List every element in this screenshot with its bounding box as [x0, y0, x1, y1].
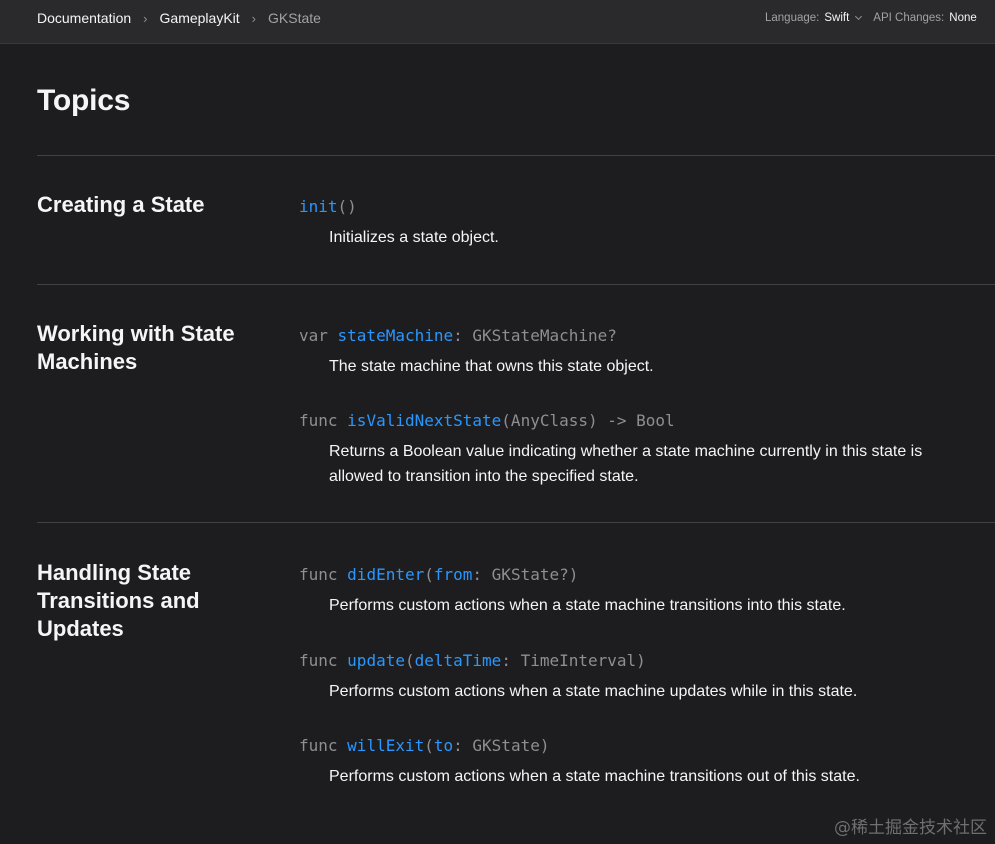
breadcrumb: Documentation › GameplayKit › GKState — [37, 0, 321, 36]
chevron-right-icon: › — [251, 10, 257, 26]
symbol-link-isvalidnextstate[interactable]: isValidNextState — [347, 411, 501, 430]
breadcrumb-documentation[interactable]: Documentation — [37, 10, 131, 26]
symbol-link-update[interactable]: update — [347, 651, 405, 670]
decl-keyword: var — [299, 326, 338, 345]
symbol-description: Performs custom actions when a state mac… — [329, 597, 846, 614]
section-title-working-with-state-machines: Working with State Machines — [37, 321, 235, 374]
api-changes-value: None — [949, 12, 977, 24]
decl-parameter-label: from — [433, 565, 473, 584]
api-changes-dropdown[interactable]: API Changes: None — [873, 12, 976, 24]
decl-signature: (AnyClass) -> Bool — [501, 411, 675, 430]
decl-punctuation: ( — [404, 651, 415, 670]
api-changes-label: API Changes: — [873, 12, 945, 24]
symbol-link-willexit[interactable]: willExit — [347, 736, 424, 755]
language-label: Language: — [765, 12, 820, 24]
language-value: Swift — [824, 12, 850, 24]
decl-signature: : GKState) — [453, 736, 550, 755]
symbol-link-init[interactable]: init — [299, 197, 338, 216]
watermark: @稀土掘金技术社区 — [834, 818, 987, 838]
section-title-handling-state-transitions: Handling State Transitions and Updates — [37, 560, 200, 641]
decl-punctuation: ( — [424, 736, 434, 755]
breadcrumb-gameplaykit[interactable]: GameplayKit — [160, 10, 240, 26]
nav-options: Language: Swift API Changes: None — [765, 0, 977, 36]
chevron-right-icon: › — [143, 10, 148, 26]
nav-bar: Documentation › GameplayKit › GKState La… — [0, 0, 995, 44]
symbol-declaration: var stateMachine: GKStateMachine? — [299, 325, 617, 347]
decl-signature: : TimeInterval) — [501, 651, 646, 670]
decl-keyword: func — [299, 411, 348, 430]
decl-signature: () — [337, 197, 357, 216]
decl-keyword: func — [299, 651, 348, 670]
section-divider — [37, 155, 995, 156]
decl-keyword: func — [299, 565, 348, 584]
decl-signature: : GKStateMachine? — [453, 326, 617, 345]
symbol-description: Performs custom actions when a state mac… — [329, 768, 860, 785]
symbol-description: Returns a Boolean value indicating wheth… — [329, 443, 923, 485]
decl-parameter-label: deltaTime — [414, 651, 502, 670]
symbol-declaration: func didEnter(from: GKState?) — [299, 564, 578, 586]
symbol-declaration: func isValidNextState(AnyClass) -> Bool — [299, 410, 675, 432]
symbol-description: The state machine that owns this state o… — [329, 358, 654, 375]
symbol-declaration: func willExit(to: GKState) — [299, 735, 549, 757]
section-title-creating-a-state: Creating a State — [37, 192, 205, 217]
symbol-link-didenter[interactable]: didEnter — [347, 565, 424, 584]
symbol-description: Performs custom actions when a state mac… — [329, 683, 858, 700]
language-dropdown[interactable]: Language: Swift — [765, 12, 873, 24]
breadcrumb-gkstate: GKState — [268, 10, 321, 26]
decl-parameter-label: to — [433, 736, 454, 755]
symbol-link-statemachine[interactable]: stateMachine — [338, 326, 454, 345]
section-divider — [37, 522, 995, 523]
symbol-declaration: init() — [299, 196, 357, 218]
decl-keyword: func — [299, 736, 348, 755]
symbol-description: Initializes a state object. — [329, 229, 499, 246]
decl-punctuation: ( — [424, 565, 434, 584]
symbol-declaration: func update(deltaTime: TimeInterval) — [299, 650, 646, 672]
decl-signature: : GKState?) — [472, 565, 579, 584]
section-divider — [37, 284, 995, 285]
page-title: Topics — [37, 84, 131, 117]
chevron-down-icon — [855, 12, 863, 21]
